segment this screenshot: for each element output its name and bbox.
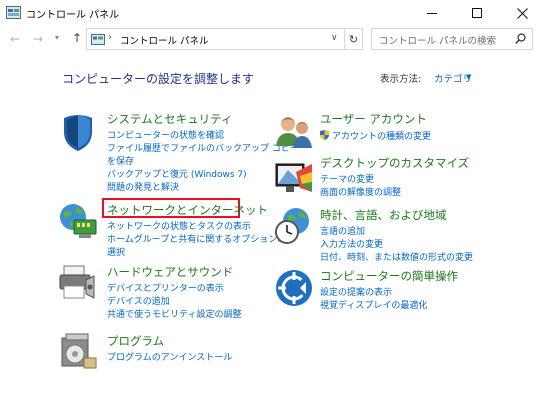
category-title-hardware-sound[interactable]: ハードウェアとサウンド [107, 264, 233, 280]
link-find-fix-problems[interactable]: 問題の発見と解決 [107, 180, 179, 193]
link-devices-printers[interactable]: デバイスとプリンターの表示 [107, 281, 224, 294]
search-icon [515, 33, 526, 44]
category-title-programs[interactable]: プログラム [107, 333, 164, 349]
ease-of-access-icon[interactable] [274, 268, 314, 308]
link-change-input-method[interactable]: 入力方法の変更 [320, 237, 383, 250]
link-change-account-type[interactable]: アカウントの種類の変更 [332, 129, 431, 142]
link-optimize-visual-display[interactable]: 視覚ディスプレイの最適化 [320, 298, 427, 311]
forward-arrow-icon[interactable]: → [33, 32, 43, 46]
refresh-button[interactable]: ↻ [345, 28, 363, 50]
uac-shield-icon [320, 130, 329, 140]
link-backup-restore[interactable]: バックアップと復元 (Windows 7) [107, 167, 247, 180]
link-file-history-backup[interactable]: ファイル履歴でファイルのバックアップ コピー [107, 141, 299, 154]
page-title: コンピューターの設定を調整します [62, 72, 255, 86]
title-bar: コントロール パネル [0, 0, 543, 26]
address-path[interactable]: コントロール パネル [120, 33, 209, 47]
refresh-icon: ↻ [348, 32, 359, 46]
link-homegroup-sharing[interactable]: ホームグループと共有に関するオプションの [107, 232, 286, 245]
up-arrow-icon[interactable]: ↑ [72, 31, 82, 45]
category-title-desktop-customization[interactable]: デスクトップのカスタマイズ [320, 155, 469, 171]
maximize-icon [472, 8, 482, 18]
network-globe-icon[interactable] [58, 200, 98, 240]
address-bar[interactable]: › コントロール パネル ∨ [86, 28, 345, 50]
recent-locations-chevron-icon[interactable]: ▾ [55, 33, 59, 42]
category-title-network-internet[interactable]: ネットワークとインターネット [107, 202, 268, 218]
window-title: コントロール パネル [26, 10, 120, 21]
clock-globe-icon[interactable] [274, 206, 314, 246]
link-adjust-resolution[interactable]: 画面の解像度の調整 [320, 185, 401, 198]
chevron-down-icon[interactable]: ▼ [466, 73, 471, 81]
search-input[interactable]: コントロール パネルの検索 [371, 28, 533, 50]
programs-icon[interactable] [58, 330, 98, 370]
link-add-device[interactable]: デバイスの追加 [107, 294, 170, 307]
minimize-button[interactable] [410, 0, 454, 26]
minimize-icon [427, 12, 437, 14]
link-network-status-tasks[interactable]: ネットワークの状態とタスクの表示 [107, 219, 251, 232]
back-arrow-icon[interactable]: ← [10, 32, 20, 46]
chevron-down-icon[interactable]: ∨ [331, 33, 338, 43]
user-accounts-icon[interactable] [274, 112, 314, 152]
category-title-clock-language-region[interactable]: 時計、言語、および地域 [320, 207, 447, 223]
link-check-computer-status[interactable]: コンピューターの状態を確認 [107, 128, 224, 141]
control-panel-icon [6, 6, 21, 19]
link-homegroup-sharing-select[interactable]: 選択 [107, 245, 125, 258]
link-mobility-settings[interactable]: 共通で使うモビリティ設定の調整 [107, 307, 241, 320]
close-icon [516, 7, 528, 19]
search-placeholder: コントロール パネルの検索 [379, 36, 497, 47]
shield-icon[interactable] [58, 112, 98, 152]
view-by-label: 表示方法: [380, 74, 422, 85]
link-change-date-time-format[interactable]: 日付、時刻、または数値の形式の変更 [320, 250, 473, 263]
category-title-ease-of-access[interactable]: コンピューターの簡単操作 [320, 268, 458, 284]
close-button[interactable] [500, 0, 543, 26]
control-panel-icon [91, 34, 105, 45]
printer-icon[interactable] [58, 262, 98, 302]
category-title-system-security[interactable]: システムとセキュリティ [107, 111, 232, 127]
link-suggested-settings[interactable]: 設定の提案の表示 [320, 285, 392, 298]
maximize-button[interactable] [455, 0, 499, 26]
link-file-history-save[interactable]: を保存 [107, 154, 134, 167]
desktop-customization-icon[interactable] [274, 158, 314, 198]
link-uninstall-program[interactable]: プログラムのアンインストール [107, 350, 232, 363]
link-change-theme[interactable]: テーマの変更 [320, 172, 374, 185]
category-title-user-accounts[interactable]: ユーザー アカウント [320, 111, 427, 127]
link-add-language[interactable]: 言語の追加 [320, 224, 365, 237]
chevron-right-icon[interactable]: › [108, 32, 112, 43]
navigation-bar: ← → ▾ ↑ › コントロール パネル ∨ ↻ コントロール パネルの検索 [0, 28, 543, 52]
